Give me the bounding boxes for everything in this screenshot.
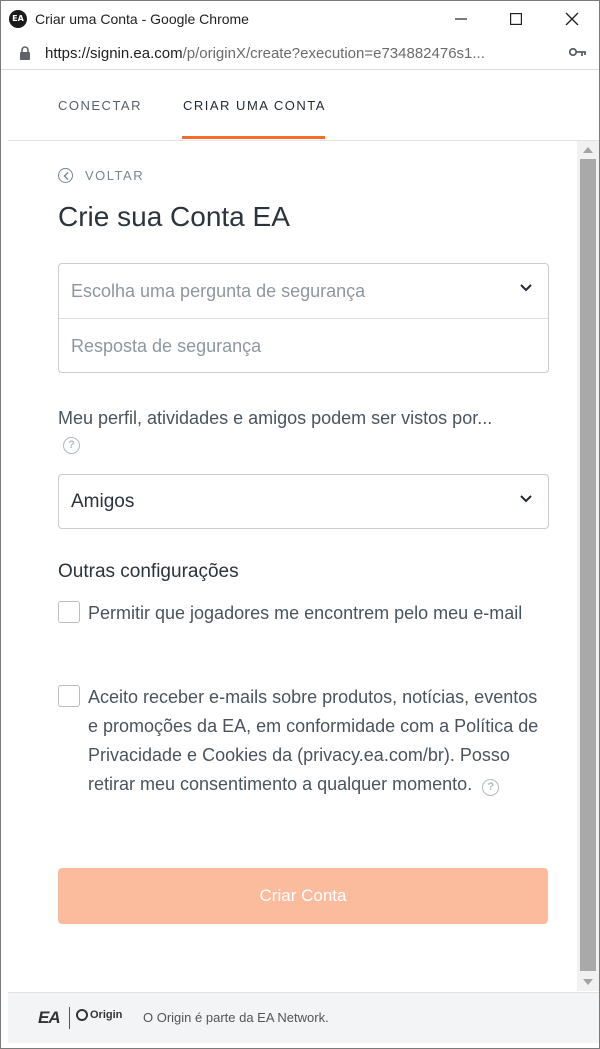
- url-path: /p/originX/create?execution=e734882476s1…: [182, 45, 485, 62]
- url-domain: https://signin.ea.com: [45, 45, 183, 62]
- help-icon[interactable]: ?: [63, 437, 80, 454]
- ea-app-icon: EA: [9, 10, 27, 28]
- form-content: VOLTAR Crie sua Conta EA Escolha uma per…: [8, 141, 577, 991]
- close-icon: [565, 12, 579, 26]
- other-settings-heading: Outras configurações: [58, 561, 239, 582]
- auth-tabs: CONECTAR CRIAR UMA CONTA: [8, 70, 599, 141]
- maximize-icon: [510, 13, 522, 25]
- security-answer-input[interactable]: Resposta de segurança: [59, 319, 548, 373]
- origin-logo: Origin: [76, 1009, 122, 1021]
- find-by-email-checkbox[interactable]: [58, 601, 80, 623]
- origin-icon: [76, 1009, 88, 1021]
- chevron-left-icon: [58, 168, 73, 183]
- origin-logo-text: Origin: [90, 1009, 123, 1021]
- close-button[interactable]: [549, 5, 595, 33]
- find-by-email-label: Permitir que jogadores me encontrem pelo…: [88, 603, 523, 623]
- visibility-value: Amigos: [71, 491, 135, 512]
- active-tab-indicator: [182, 136, 325, 139]
- address-bar[interactable]: https://signin.ea.com/p/originX/create?e…: [1, 37, 599, 70]
- title-bar: EA Criar uma Conta - Google Chrome: [1, 1, 599, 37]
- maximize-button[interactable]: [493, 5, 539, 33]
- scroll-up-arrow-icon[interactable]: [583, 147, 593, 153]
- marketing-label-text: Aceito receber e-mails sobre produtos, n…: [88, 687, 539, 794]
- find-by-email-option: Permitir que jogadores me encontrem pelo…: [58, 599, 548, 659]
- footer: EA Origin O Origin é parte da EA Network…: [8, 992, 599, 1043]
- ea-logo: EA: [38, 1008, 61, 1027]
- chevron-down-icon: [520, 284, 532, 292]
- back-link[interactable]: VOLTAR: [58, 168, 144, 183]
- browser-window: EA Criar uma Conta - Google Chrome https…: [0, 0, 600, 1049]
- create-account-button[interactable]: Criar Conta: [58, 868, 548, 924]
- lock-icon: [20, 46, 30, 60]
- security-fields: Escolha uma pergunta de segurança Respos…: [58, 263, 549, 373]
- chevron-down-icon: [520, 495, 532, 503]
- page-title: Crie sua Conta EA: [58, 201, 290, 232]
- url-text[interactable]: https://signin.ea.com/p/originX/create?e…: [45, 45, 485, 62]
- marketing-option: Aceito receber e-mails sobre produtos, n…: [58, 683, 548, 833]
- security-answer-placeholder: Resposta de segurança: [71, 336, 262, 356]
- visibility-select[interactable]: Amigos: [58, 474, 549, 529]
- help-icon[interactable]: ?: [482, 779, 500, 796]
- scroll-down-arrow-icon[interactable]: [583, 979, 593, 985]
- tab-conectar[interactable]: CONECTAR: [58, 98, 142, 113]
- footer-text: O Origin é parte da EA Network.: [143, 1010, 329, 1025]
- back-label: VOLTAR: [85, 168, 145, 183]
- tab-criar-conta[interactable]: CRIAR UMA CONTA: [183, 98, 326, 113]
- logo-separator: [69, 1007, 70, 1029]
- marketing-checkbox[interactable]: [58, 685, 80, 707]
- minimize-button[interactable]: [438, 5, 484, 33]
- scrollbar-thumb[interactable]: [580, 159, 596, 971]
- minimize-icon: [455, 18, 467, 20]
- marketing-label: Aceito receber e-mails sobre produtos, n…: [88, 683, 548, 799]
- visibility-label: Meu perfil, atividades e amigos podem se…: [58, 408, 493, 428]
- key-icon[interactable]: [569, 47, 587, 57]
- window-title: Criar uma Conta - Google Chrome: [35, 11, 249, 27]
- scrollbar[interactable]: [577, 141, 599, 991]
- security-question-select[interactable]: Escolha uma pergunta de segurança: [59, 264, 548, 318]
- security-question-placeholder: Escolha uma pergunta de segurança: [71, 281, 366, 301]
